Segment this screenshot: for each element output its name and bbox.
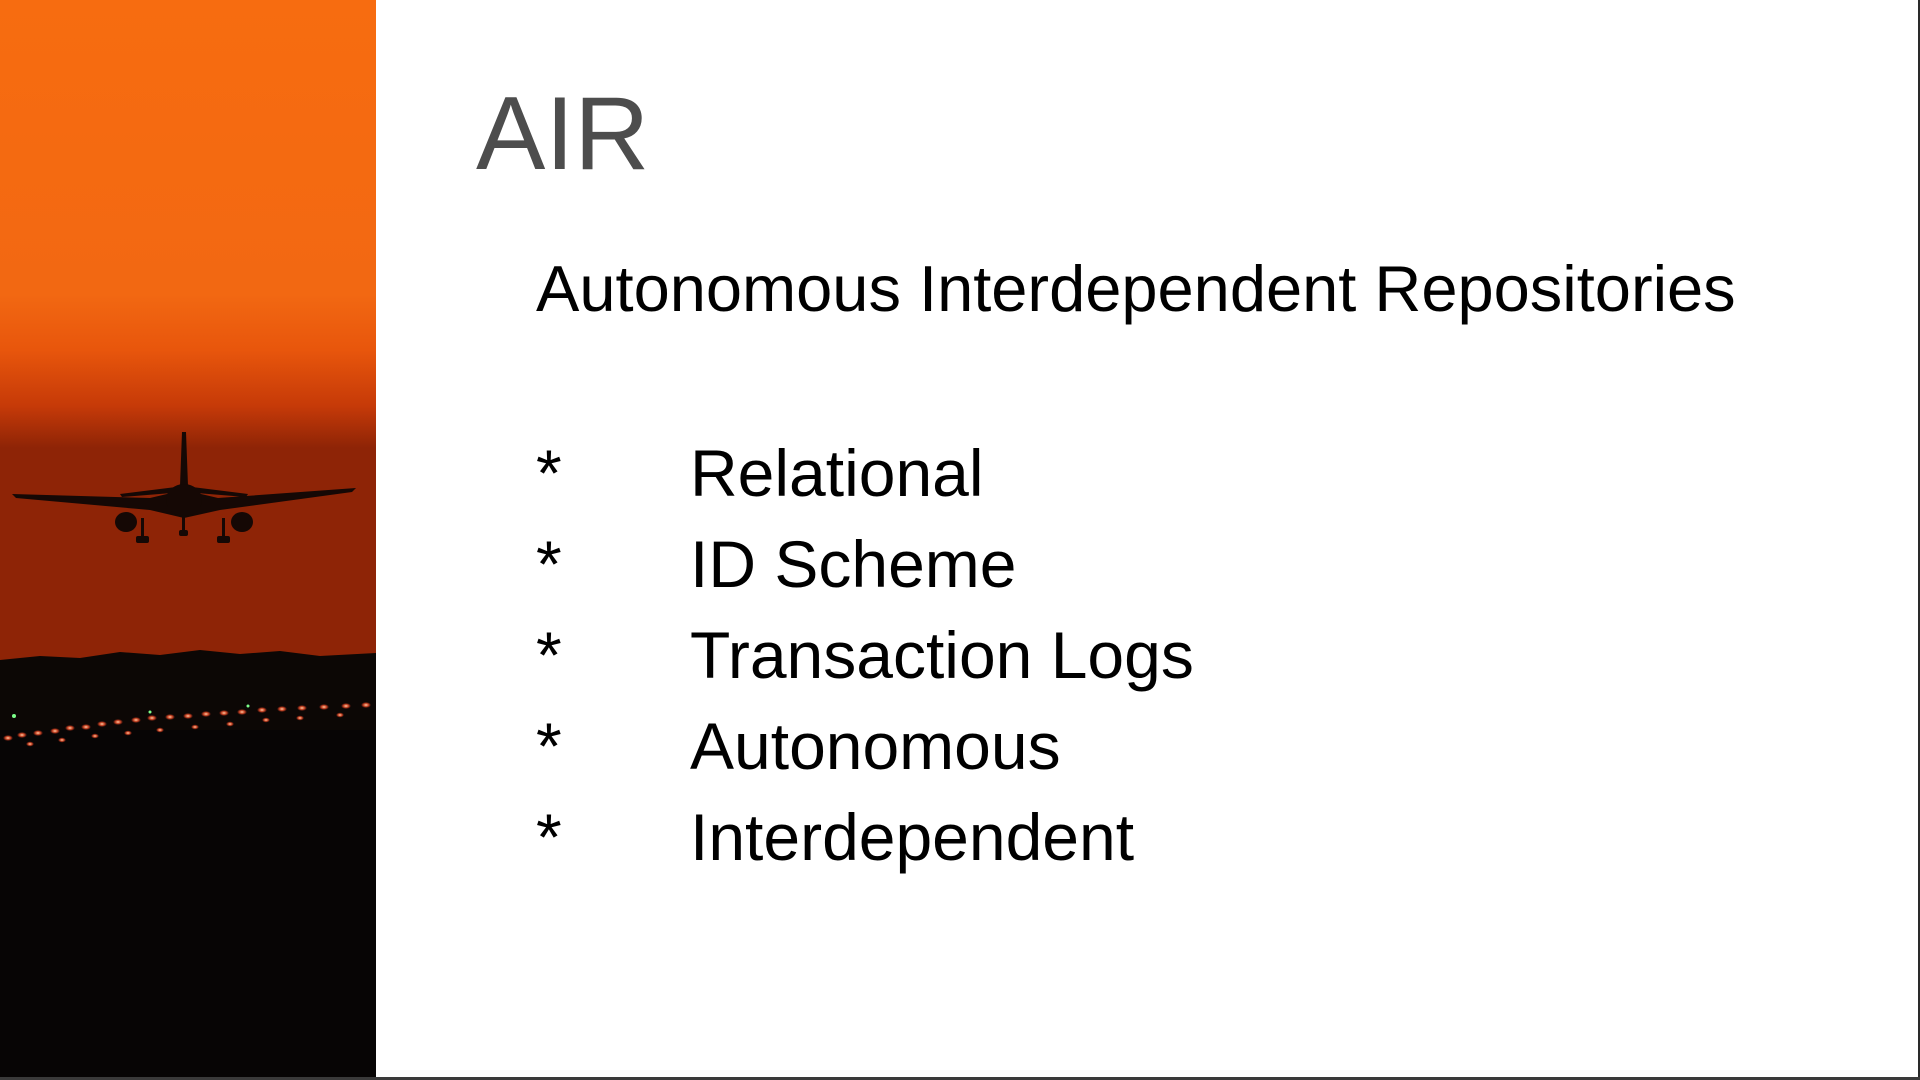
- bullet-marker: *: [536, 618, 562, 692]
- bullet-text: Interdependent: [690, 800, 1135, 874]
- slide: AIR Autonomous Interdependent Repositori…: [0, 0, 1920, 1080]
- airplane-sunset-image: [0, 0, 376, 1078]
- bullet-marker: *: [536, 527, 562, 601]
- slide-subtitle: Autonomous Interdependent Repositories: [536, 252, 1736, 325]
- bullet-text: Autonomous: [690, 709, 1061, 783]
- slide-title: AIR: [476, 76, 650, 192]
- bullet-text: ID Scheme: [690, 527, 1017, 601]
- bullet-marker: *: [536, 709, 562, 783]
- bullet-text: Transaction Logs: [690, 618, 1194, 692]
- bullet-text: Relational: [690, 436, 984, 510]
- bullet-marker: *: [536, 436, 562, 510]
- bullet-marker: *: [536, 800, 562, 874]
